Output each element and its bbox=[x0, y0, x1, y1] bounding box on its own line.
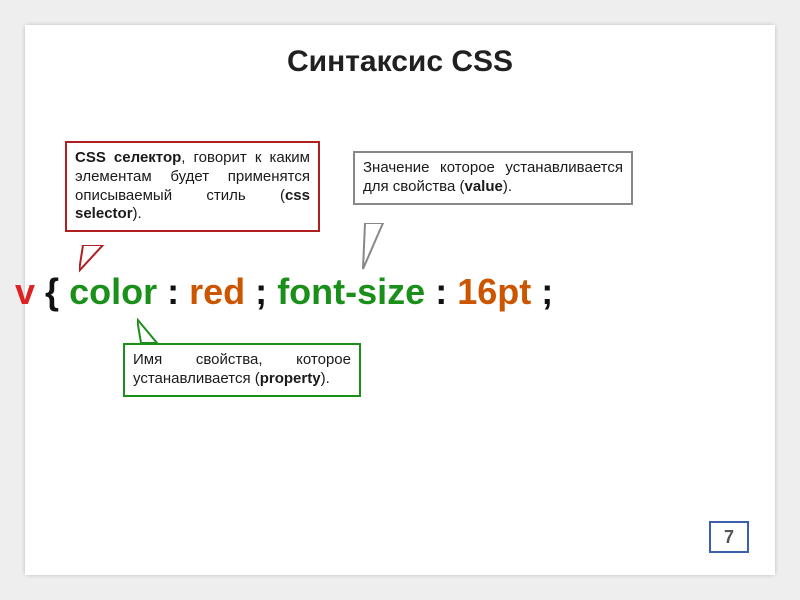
callout-property-bold: property bbox=[260, 370, 321, 387]
code-val2: 16pt bbox=[457, 271, 531, 312]
code-colon2: : bbox=[435, 271, 447, 312]
code-val1: red bbox=[189, 271, 245, 312]
callout-property: Имя свойства, которое устанавливается (p… bbox=[123, 343, 361, 397]
code-brace-open: { bbox=[45, 271, 59, 312]
callout-value-pointer bbox=[361, 223, 387, 271]
code-selector: v bbox=[15, 271, 35, 312]
callout-property-pointer bbox=[137, 317, 165, 345]
css-code-line: v { color : red ; font-size : 16pt ; bbox=[15, 271, 553, 313]
callout-selector: CSS селектор, говорит к каким элементам … bbox=[65, 141, 320, 232]
callout-value-tail: ). bbox=[503, 178, 512, 195]
page-number: 7 bbox=[709, 521, 749, 553]
callout-value: Значение которое устанавливается для сво… bbox=[353, 151, 633, 205]
callout-selector-pointer bbox=[79, 245, 109, 273]
slide: Синтаксис CSS CSS селектор, говорит к ка… bbox=[25, 25, 775, 575]
code-prop1: color bbox=[69, 271, 157, 312]
code-colon1: : bbox=[167, 271, 179, 312]
callout-value-bold: value bbox=[465, 178, 503, 195]
callout-selector-bold1: CSS селектор bbox=[75, 149, 181, 166]
callout-property-tail: ). bbox=[321, 370, 330, 387]
code-semi2: ; bbox=[541, 271, 553, 312]
code-semi1: ; bbox=[255, 271, 267, 312]
slide-frame: Синтаксис CSS CSS селектор, говорит к ка… bbox=[33, 33, 767, 567]
callout-selector-tail: ). bbox=[133, 205, 142, 222]
slide-title: Синтаксис CSS bbox=[33, 45, 767, 79]
code-prop2: font-size bbox=[277, 271, 425, 312]
